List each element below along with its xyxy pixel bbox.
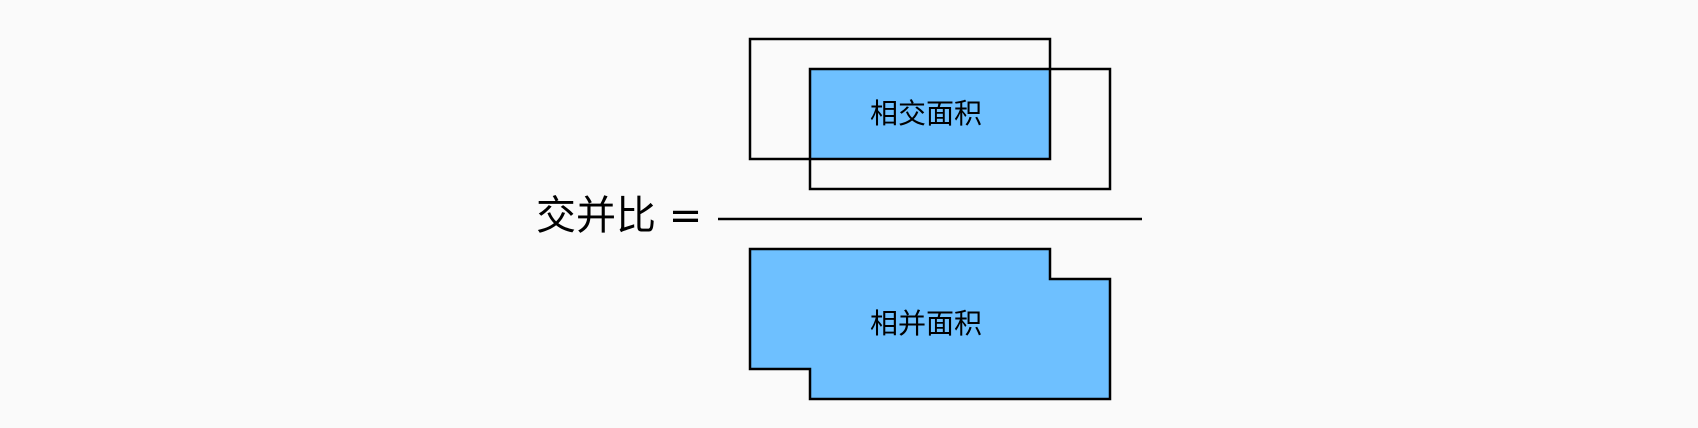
iou-equals-label: 交并比 =: [536, 193, 703, 239]
iou-diagram: [718, 37, 1142, 401]
union-area-label: 相并面积: [870, 307, 983, 340]
intersection-area-label: 相交面积: [870, 97, 983, 130]
